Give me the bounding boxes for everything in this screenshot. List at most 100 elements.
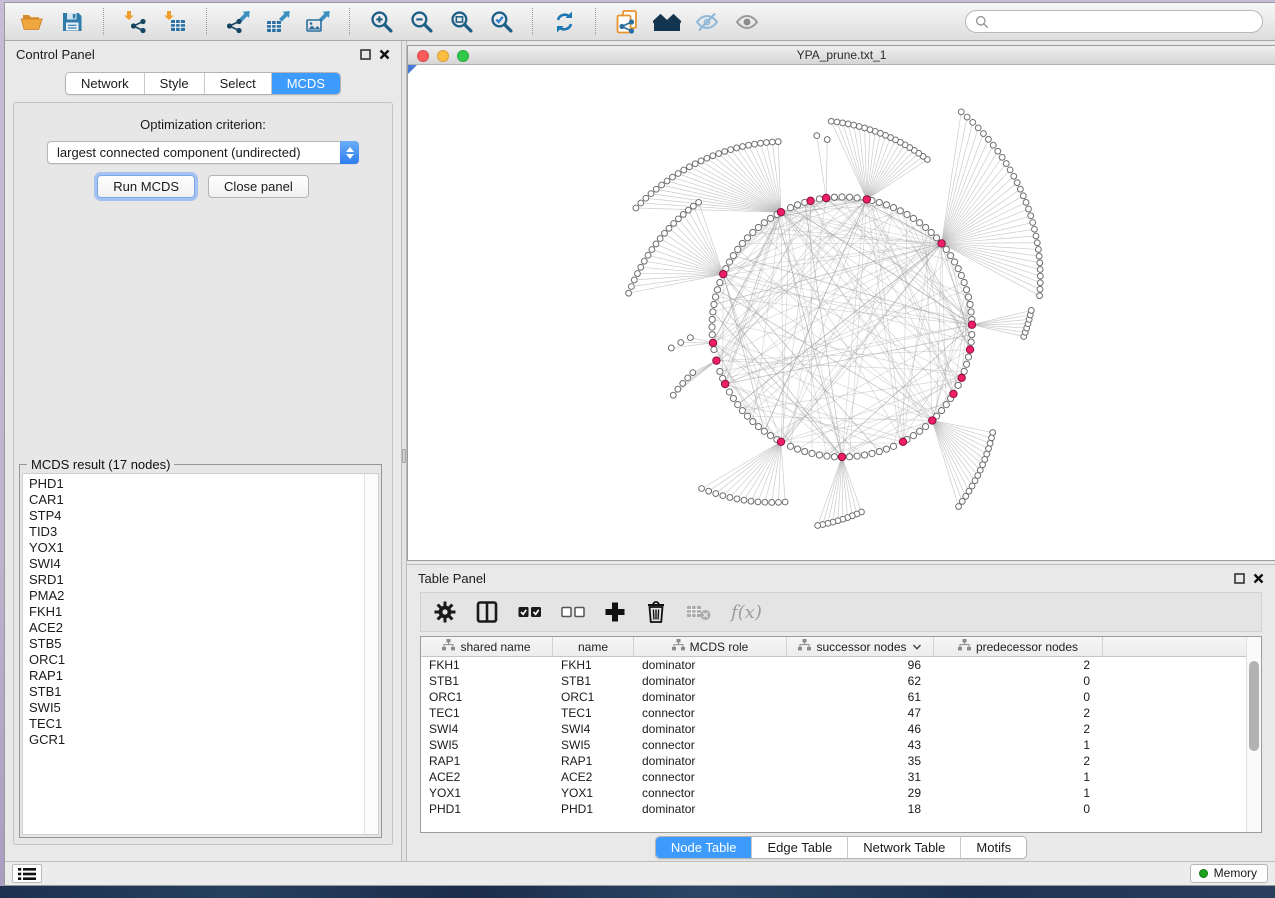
graph-leaf-node[interactable] — [1014, 180, 1020, 186]
graph-dominator-node[interactable] — [968, 321, 975, 328]
export-table-button[interactable] — [263, 8, 293, 36]
graph-node[interactable] — [910, 433, 916, 439]
graph-leaf-node[interactable] — [741, 497, 747, 503]
graph-leaf-node[interactable] — [641, 258, 647, 264]
graph-node[interactable] — [710, 309, 716, 315]
graph-leaf-node[interactable] — [828, 118, 834, 124]
graph-dominator-node[interactable] — [777, 438, 784, 445]
graph-leaf-node[interactable] — [653, 186, 659, 192]
show-all-button[interactable] — [732, 8, 762, 36]
graph-leaf-node[interactable] — [1037, 286, 1043, 292]
refresh-layout-button[interactable] — [549, 8, 579, 36]
graph-leaf-node[interactable] — [782, 499, 788, 505]
graph-leaf-node[interactable] — [1023, 200, 1029, 206]
graph-leaf-node[interactable] — [692, 161, 698, 167]
graph-leaf-node[interactable] — [989, 435, 995, 441]
graph-dominator-node[interactable] — [709, 339, 716, 346]
maximize-window-icon[interactable] — [457, 50, 469, 62]
graph-node[interactable] — [917, 428, 923, 434]
graph-node[interactable] — [968, 339, 974, 345]
mcds-result-item[interactable]: TEC1 — [29, 716, 364, 732]
graph-node[interactable] — [831, 194, 837, 200]
graph-node[interactable] — [712, 294, 718, 300]
memory-button[interactable]: Memory — [1190, 864, 1268, 883]
graph-leaf-node[interactable] — [691, 203, 697, 209]
hide-selected-button[interactable] — [692, 8, 722, 36]
graph-leaf-node[interactable] — [1017, 186, 1023, 192]
graph-node[interactable] — [767, 215, 773, 221]
graph-leaf-node[interactable] — [698, 158, 704, 164]
graph-leaf-node[interactable] — [758, 140, 764, 146]
import-table-button[interactable] — [160, 8, 190, 36]
float-panel-icon[interactable] — [360, 49, 371, 60]
graph-node[interactable] — [711, 301, 717, 307]
graph-node[interactable] — [709, 324, 715, 330]
graph-leaf-node[interactable] — [687, 335, 693, 341]
graph-leaf-node[interactable] — [1011, 173, 1017, 179]
open-file-button[interactable] — [17, 8, 47, 36]
graph-node[interactable] — [876, 448, 882, 454]
graph-node[interactable] — [933, 235, 939, 241]
graph-dominator-node[interactable] — [822, 194, 829, 201]
graph-leaf-node[interactable] — [670, 174, 676, 180]
graph-node[interactable] — [717, 279, 723, 285]
graph-leaf-node[interactable] — [645, 252, 651, 258]
graph-node[interactable] — [883, 446, 889, 452]
table-settings-button[interactable] — [434, 601, 456, 623]
minimize-window-icon[interactable] — [437, 50, 449, 62]
graph-node[interactable] — [869, 450, 875, 456]
mcds-result-item[interactable]: YOX1 — [29, 540, 364, 556]
graph-leaf-node[interactable] — [727, 495, 733, 501]
graph-dominator-node[interactable] — [777, 209, 784, 216]
graph-leaf-node[interactable] — [1007, 167, 1013, 173]
graph-leaf-node[interactable] — [769, 139, 775, 145]
graph-leaf-node[interactable] — [840, 120, 846, 126]
graph-leaf-node[interactable] — [856, 124, 862, 130]
graph-leaf-node[interactable] — [1026, 206, 1032, 212]
graph-leaf-node[interactable] — [670, 392, 676, 398]
graph-leaf-node[interactable] — [675, 171, 681, 177]
graph-leaf-node[interactable] — [1003, 161, 1009, 167]
mcds-result-item[interactable]: STB5 — [29, 636, 364, 652]
graph-node[interactable] — [963, 287, 969, 293]
mcds-result-item[interactable]: SRD1 — [29, 572, 364, 588]
graph-node[interactable] — [755, 423, 761, 429]
table-scrollbar[interactable] — [1246, 637, 1261, 832]
graph-leaf-node[interactable] — [664, 178, 670, 184]
graph-leaf-node[interactable] — [633, 205, 639, 211]
graph-leaf-node[interactable] — [775, 139, 781, 145]
graph-leaf-node[interactable] — [1037, 273, 1043, 279]
table-row[interactable]: TEC1TEC1connector472 — [421, 705, 1246, 721]
zoom-selected-button[interactable] — [486, 8, 516, 36]
graph-leaf-node[interactable] — [696, 199, 702, 205]
import-network-button[interactable] — [120, 8, 150, 36]
mcds-result-item[interactable]: PMA2 — [29, 588, 364, 604]
graph-leaf-node[interactable] — [635, 271, 641, 277]
graph-node[interactable] — [714, 287, 720, 293]
table-scrollbar-thumb[interactable] — [1249, 661, 1259, 751]
graph-node[interactable] — [709, 316, 715, 322]
graph-node[interactable] — [750, 229, 756, 235]
graph-leaf-node[interactable] — [716, 151, 722, 157]
graph-leaf-node[interactable] — [755, 499, 761, 505]
search-input[interactable] — [995, 15, 1253, 29]
graph-leaf-node[interactable] — [956, 504, 962, 510]
graph-dominator-node[interactable] — [713, 357, 720, 364]
graph-dominator-node[interactable] — [966, 346, 973, 353]
graph-leaf-node[interactable] — [671, 221, 677, 227]
graph-leaf-node[interactable] — [681, 167, 687, 173]
graph-leaf-node[interactable] — [631, 277, 637, 283]
task-history-button[interactable] — [12, 864, 42, 883]
graph-leaf-node[interactable] — [666, 225, 672, 231]
close-panel-icon[interactable] — [379, 49, 390, 60]
mcds-result-item[interactable]: PHD1 — [29, 476, 364, 492]
graph-leaf-node[interactable] — [734, 145, 740, 151]
graph-node[interactable] — [787, 443, 793, 449]
graph-dominator-node[interactable] — [720, 270, 727, 277]
graph-node[interactable] — [854, 195, 860, 201]
graph-leaf-node[interactable] — [815, 523, 821, 529]
graph-node[interactable] — [965, 354, 971, 360]
graph-node[interactable] — [890, 443, 896, 449]
graph-node[interactable] — [726, 389, 732, 395]
graph-dominator-node[interactable] — [938, 240, 945, 247]
